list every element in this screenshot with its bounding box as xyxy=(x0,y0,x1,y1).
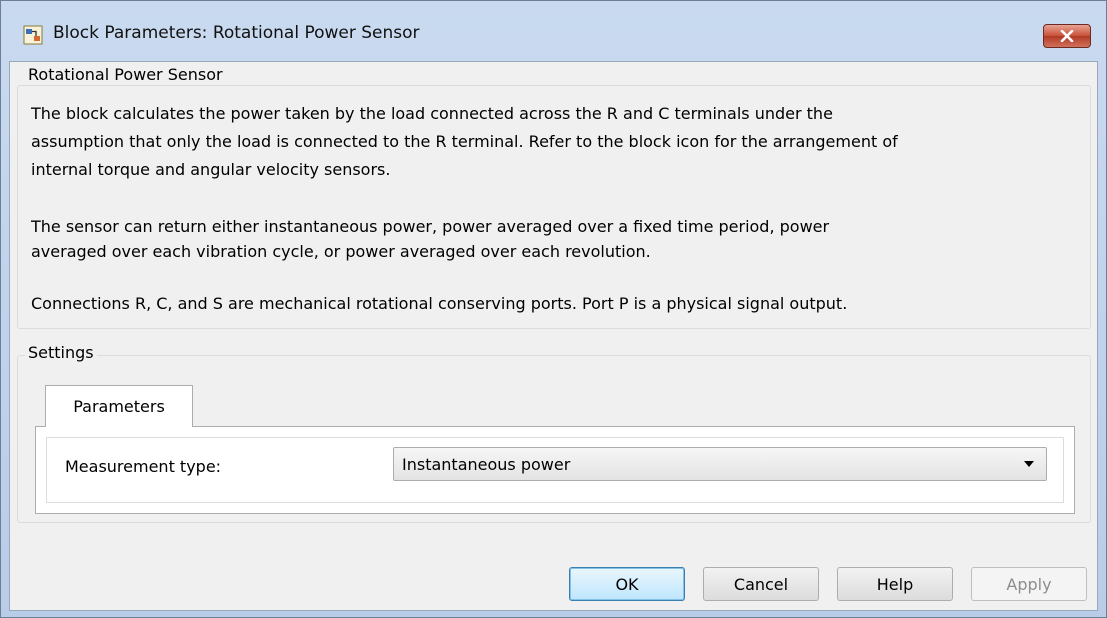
settings-group-title: Settings xyxy=(25,343,97,362)
close-button[interactable] xyxy=(1043,24,1091,48)
description-group-title: Rotational Power Sensor xyxy=(25,65,226,84)
cancel-button[interactable]: Cancel xyxy=(703,567,819,601)
apply-button[interactable]: Apply xyxy=(971,567,1087,601)
dialog-window: Block Parameters: Rotational Power Senso… xyxy=(0,0,1107,618)
dropdown-arrow-icon xyxy=(1024,461,1034,467)
description-line: averaged over each vibration cycle, or p… xyxy=(31,242,651,261)
description-line: assumption that only the load is connect… xyxy=(31,132,898,151)
simulink-block-icon xyxy=(23,25,43,45)
description-line: internal torque and angular velocity sen… xyxy=(31,160,391,179)
description-line: Connections R, C, and S are mechanical r… xyxy=(31,294,848,313)
close-icon xyxy=(1060,30,1074,42)
measurement-type-label: Measurement type: xyxy=(65,457,222,476)
title-bar[interactable]: Block Parameters: Rotational Power Senso… xyxy=(1,1,1106,61)
description-line: The block calculates the power taken by … xyxy=(31,104,833,123)
tab-parameters[interactable]: Parameters xyxy=(45,385,193,427)
help-button[interactable]: Help xyxy=(837,567,953,601)
description-line: The sensor can return either instantaneo… xyxy=(31,217,830,236)
measurement-type-value: Instantaneous power xyxy=(402,455,571,474)
measurement-type-select[interactable]: Instantaneous power xyxy=(393,447,1047,481)
window-title: Block Parameters: Rotational Power Senso… xyxy=(53,23,420,43)
ok-button[interactable]: OK xyxy=(569,567,685,601)
